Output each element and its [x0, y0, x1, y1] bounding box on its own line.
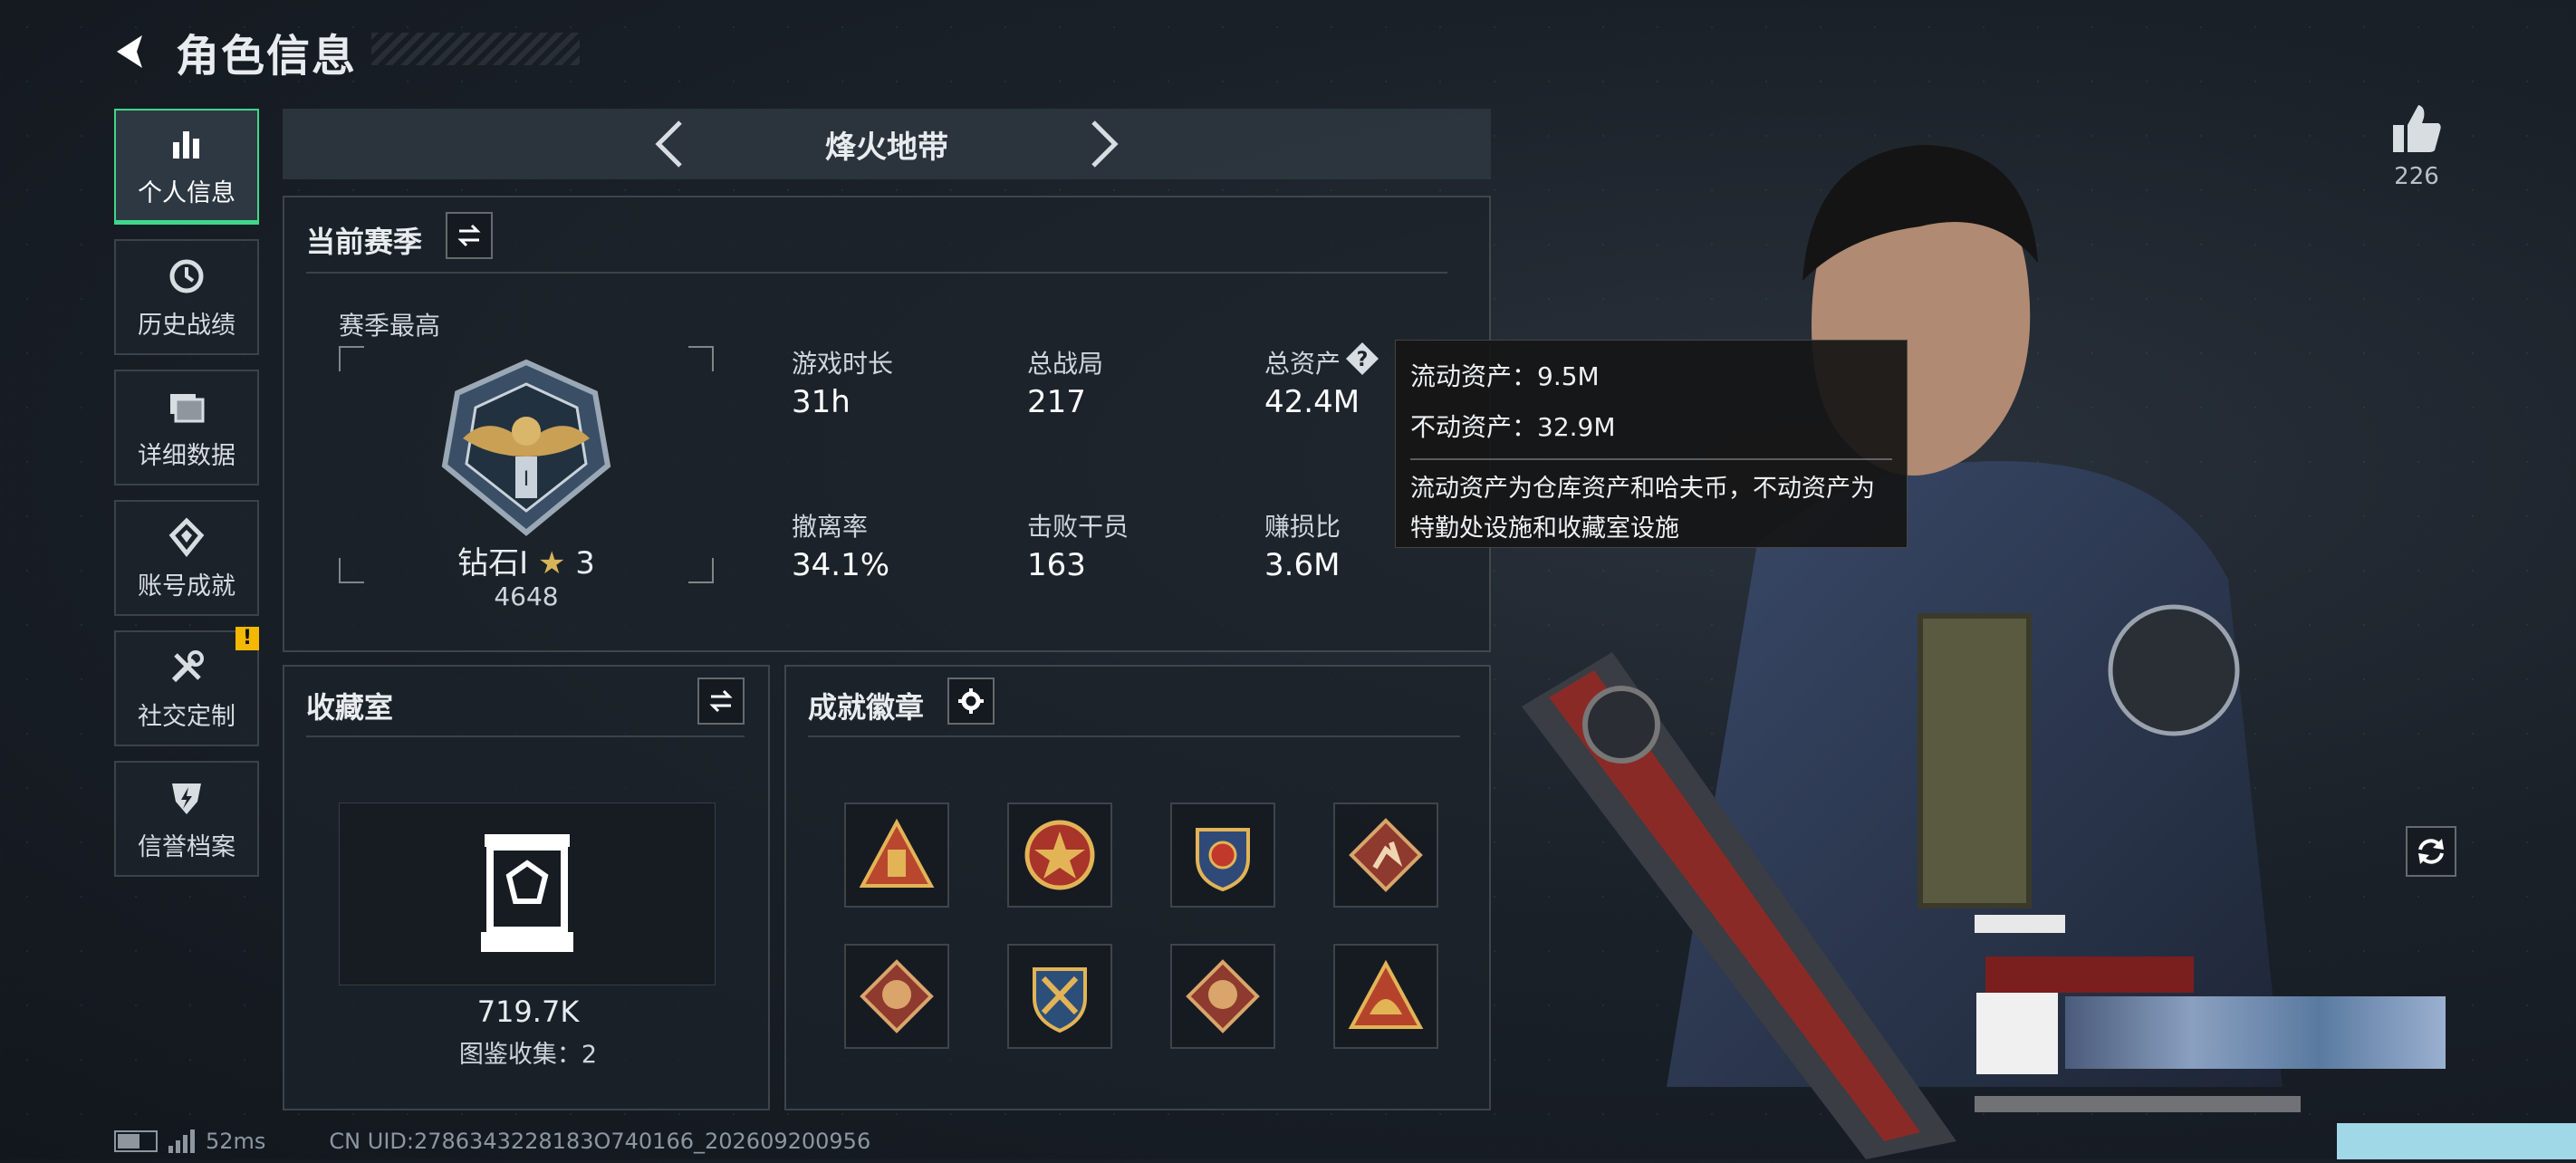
back-arrow-icon[interactable]: [109, 29, 154, 74]
signal-icon: [168, 1129, 195, 1153]
shield-lightning-icon: [165, 776, 208, 820]
dragon-diamond-badge-icon: [860, 959, 934, 1033]
chevron-left-icon[interactable]: [642, 117, 697, 171]
sidebar-item-label: 信誉档案: [138, 832, 235, 861]
badge-slot[interactable]: [1170, 803, 1275, 908]
section-divider: [306, 272, 1447, 274]
sidebar-item-label: 账号成就: [138, 572, 235, 601]
sidebar-item-label: 个人信息: [138, 179, 235, 207]
badge-slot[interactable]: [1170, 944, 1275, 1049]
stat-value-extraction-rate: 34.1%: [792, 547, 890, 583]
diamond-rank-emblem-icon: I: [441, 359, 611, 536]
title-decoration: [371, 33, 580, 65]
badges-panel: 成就徽章: [784, 665, 1491, 1110]
badges-title: 成就徽章: [808, 690, 925, 725]
stat-label-playtime: 游戏时长: [792, 349, 894, 379]
stat-label-total-assets: 总资产: [1264, 349, 1341, 379]
asset-tooltip: 流动资产：9.5M 不动资产：32.9M 流动资产为仓库资产和哈夫币，不动资产为…: [1395, 340, 1908, 548]
stat-label-extraction-rate: 撤离率: [792, 512, 869, 542]
svg-text:?: ?: [1357, 349, 1369, 371]
page-title: 角色信息: [176, 31, 358, 82]
thumbs-up-icon: [2393, 105, 2441, 152]
tooltip-liquid-assets: 流动资产：9.5M: [1410, 361, 1600, 391]
stat-label-operators-defeated: 击败干员: [1027, 512, 1129, 542]
badge-slot[interactable]: [1333, 944, 1438, 1049]
sidebar-item-history[interactable]: 历史战绩: [114, 239, 259, 355]
dragon-diamond-badge-2-icon: [1186, 959, 1260, 1033]
collection-display-case[interactable]: [339, 803, 716, 985]
stat-value-playtime: 31h: [792, 384, 851, 420]
stat-value-total-assets: 42.4M: [1264, 384, 1360, 420]
sidebar-item-label: 详细数据: [138, 441, 235, 470]
battery-icon: [114, 1130, 158, 1152]
season-panel: 当前赛季 赛季最高 I 钻石Ⅰ ★ 3 4648 游戏时长 31h 总战局 21…: [283, 196, 1491, 652]
status-footer: 52ms CN UID:2786343228183O740166_2026092…: [114, 1129, 870, 1154]
sidebar-item-label: 历史战绩: [138, 311, 235, 340]
achievement-emblem-icon: [165, 515, 208, 559]
section-divider: [306, 735, 745, 737]
swap-icon: [457, 224, 481, 247]
like-button[interactable]: 226: [2380, 101, 2453, 201]
badges-settings-button[interactable]: [947, 678, 995, 725]
sidebar-item-personal-info[interactable]: 个人信息: [114, 109, 259, 225]
star-icon: ★: [537, 545, 566, 582]
sidebar-item-achievements[interactable]: 账号成就: [114, 500, 259, 616]
collection-count: 图鉴收集：2: [458, 1041, 598, 1069]
sidebar-item-reputation[interactable]: 信誉档案: [114, 761, 259, 877]
rank-stars: 3: [575, 545, 595, 582]
gear-icon: [958, 688, 984, 714]
collection-title: 收藏室: [306, 690, 394, 725]
chevron-right-icon[interactable]: [1077, 117, 1131, 171]
stat-value-profit-loss: 3.6M: [1264, 547, 1341, 583]
folder-stack-icon: [165, 385, 208, 428]
badge-slot[interactable]: [1007, 944, 1112, 1049]
collection-switch-button[interactable]: [697, 678, 745, 725]
history-clock-icon: [165, 255, 208, 298]
swap-icon: [709, 689, 733, 713]
sidebar-item-label: 社交定制: [138, 702, 235, 731]
stat-label-profit-loss: 赚损比: [1264, 512, 1341, 542]
badge-slot[interactable]: [1333, 803, 1438, 908]
helmet-triangle-badge-icon: [1348, 959, 1424, 1029]
section-divider: [808, 735, 1460, 737]
svg-text:I: I: [524, 468, 530, 491]
tooltip-fixed-assets: 不动资产：32.9M: [1410, 412, 1616, 442]
badge-slot[interactable]: [844, 944, 949, 1049]
tooltip-divider: [1410, 458, 1892, 460]
collection-panel: 收藏室 719.7K 图鉴收集：2: [283, 665, 770, 1110]
sidebar-item-social[interactable]: ! 社交定制: [114, 627, 259, 746]
rank-name-row: 钻石Ⅰ ★ 3: [339, 538, 714, 582]
tooltip-description: 流动资产为仓库资产和哈夫币，不动资产为特勤处设施和收藏室设施: [1410, 475, 1875, 543]
mode-name: 烽火地带: [825, 129, 948, 166]
wrench-tools-icon: [165, 646, 208, 689]
help-icon[interactable]: ?: [1344, 341, 1380, 377]
runner-diamond-badge-icon: [1349, 818, 1423, 892]
player-uid: CN UID:2786343228183O740166_202609200956: [329, 1129, 871, 1154]
season-title: 当前赛季: [306, 225, 423, 259]
sidebar-item-details[interactable]: 详细数据: [114, 370, 259, 485]
rank-points: 4648: [494, 582, 559, 611]
stat-value-total-matches: 217: [1027, 384, 1086, 420]
bar-chart-icon: [165, 122, 208, 166]
stat-value-operators-defeated: 163: [1027, 547, 1086, 583]
header: 角色信息: [109, 20, 357, 83]
season-switch-button[interactable]: [446, 212, 493, 259]
badge-slot[interactable]: [1007, 803, 1112, 908]
like-count: 226: [2394, 163, 2439, 190]
display-case-icon: [481, 834, 573, 952]
triangle-supply-badge-icon: [859, 818, 935, 888]
collection-value: 719.7K: [476, 995, 580, 1029]
star-medal-badge-icon: [1024, 820, 1095, 890]
warning-badge: !: [235, 627, 259, 650]
season-best-label: 赛季最高: [339, 311, 441, 341]
sidebar-nav: 个人信息 历史战绩 详细数据 账号成就 ! 社交定制 信誉档案: [114, 109, 261, 891]
rank-name: 钻石Ⅰ: [457, 545, 529, 582]
obscured-player-info: [1975, 797, 2576, 1159]
mode-selector: 烽火地带: [283, 109, 1491, 179]
stat-label-total-matches: 总战局: [1027, 349, 1104, 379]
ping-value: 52ms: [206, 1129, 266, 1154]
eagle-crest-badge-icon: [1196, 828, 1250, 892]
badge-slot[interactable]: [844, 803, 949, 908]
crossed-rifles-badge-icon: [1033, 967, 1087, 1033]
